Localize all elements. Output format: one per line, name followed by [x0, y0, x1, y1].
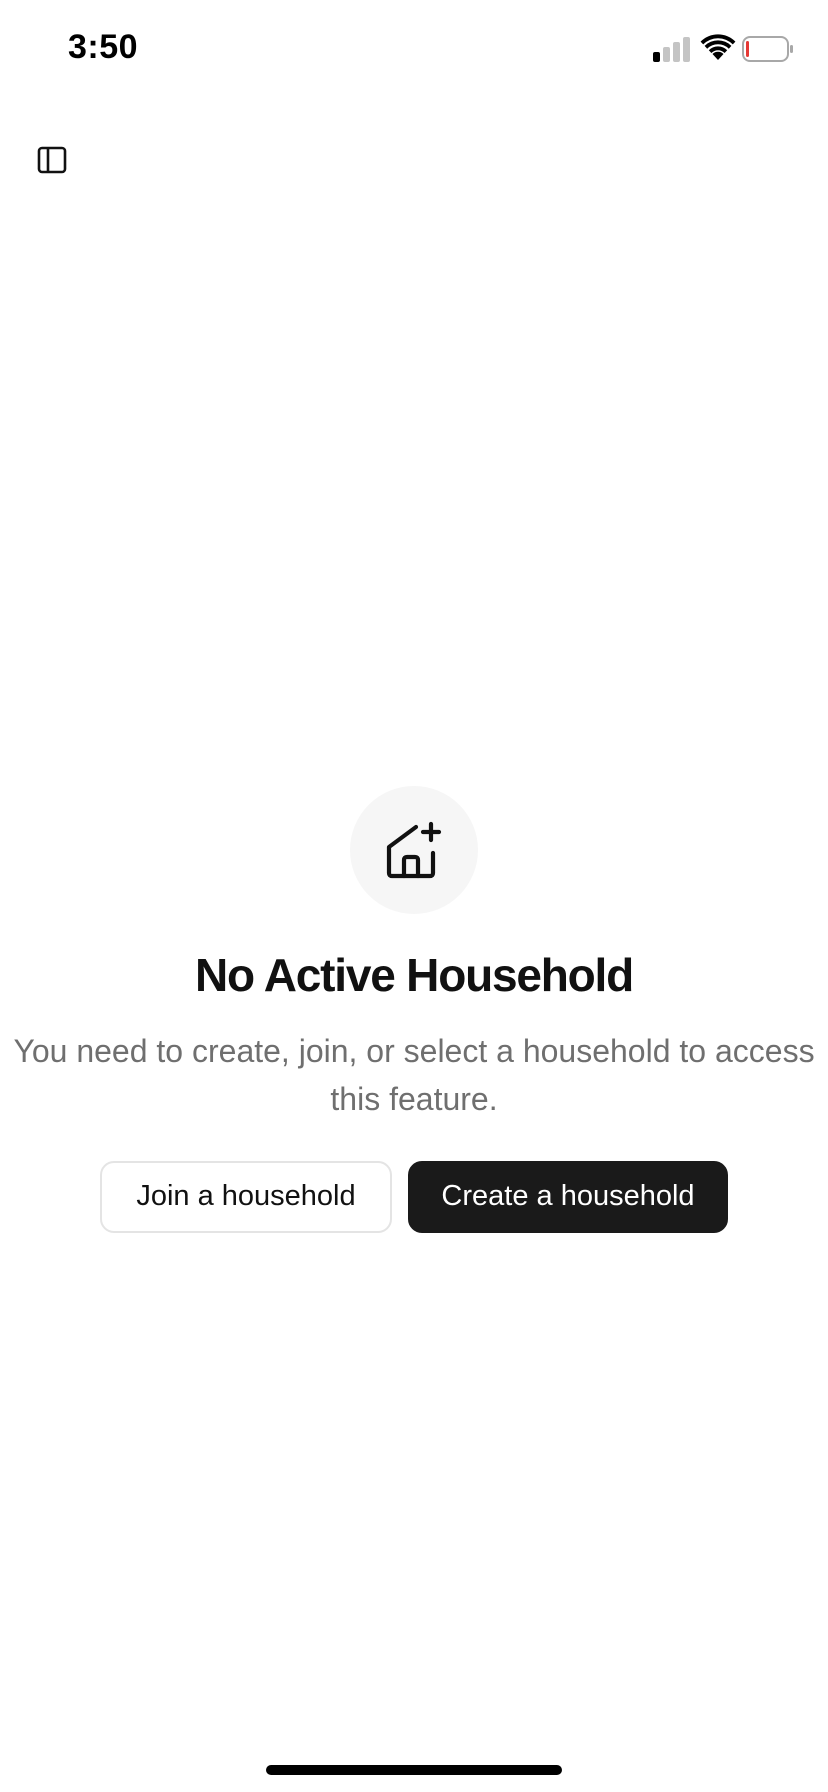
house-plus-icon: [386, 821, 442, 879]
join-household-button[interactable]: Join a household: [100, 1160, 392, 1233]
sidebar-toggle-button[interactable]: [30, 138, 74, 182]
cellular-signal-icon: [653, 37, 690, 62]
home-indicator[interactable]: [266, 1765, 562, 1775]
empty-state-actions: Join a household Create a household: [0, 1160, 828, 1233]
create-household-button[interactable]: Create a household: [408, 1160, 728, 1233]
empty-state-icon-circle: [350, 786, 478, 914]
empty-state-title: No Active Household: [194, 949, 634, 1001]
empty-state-description: You need to create, join, or select a ho…: [13, 1032, 815, 1117]
battery-low-icon: [742, 36, 793, 62]
empty-state: No Active Household You need to create, …: [0, 786, 828, 1233]
status-time: 3:50: [68, 28, 139, 66]
wifi-icon: [700, 34, 736, 60]
status-bar: 3:50: [0, 0, 828, 100]
sidebar-panel-icon: [37, 146, 67, 174]
app-screen: 3:50 No Active Household You need to cre…: [0, 0, 828, 1792]
